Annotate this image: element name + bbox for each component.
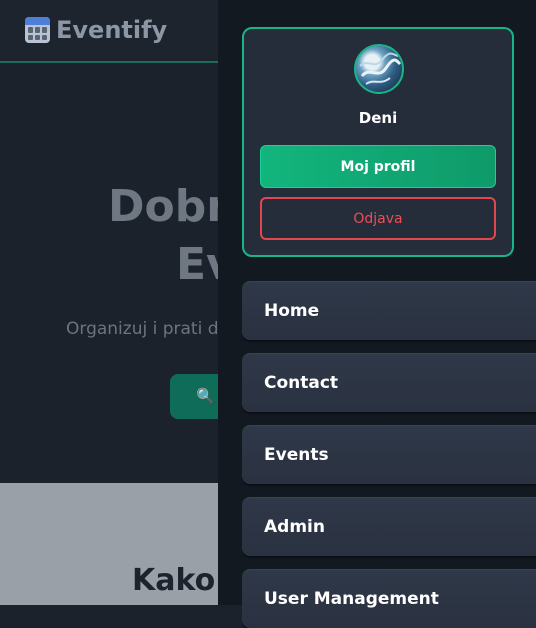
nav-item-admin[interactable]: Admin — [242, 497, 536, 556]
nav-item-contact[interactable]: Contact — [242, 353, 536, 412]
nav-item-home[interactable]: Home — [242, 281, 536, 340]
profile-card: Deni Moj profil Odjava — [242, 27, 514, 257]
logout-button[interactable]: Odjava — [260, 197, 496, 240]
avatar-dragon-image — [359, 52, 402, 85]
brand-logo[interactable]: Eventify — [25, 16, 167, 44]
my-profile-button[interactable]: Moj profil — [260, 145, 496, 188]
nav-item-user-management[interactable]: User Management — [242, 569, 536, 628]
calendar-icon — [25, 17, 50, 43]
hero-title-line-1: Dobr — [108, 181, 228, 232]
avatar[interactable] — [354, 44, 404, 94]
search-icon: 🔍 — [196, 387, 215, 405]
username: Deni — [358, 109, 398, 127]
brand-name: Eventify — [56, 16, 168, 44]
nav-item-events[interactable]: Events — [242, 425, 536, 484]
hero-subtitle: Organizuj i prati d — [66, 319, 219, 339]
side-drawer: Deni Moj profil Odjava Home Contact Even… — [218, 0, 536, 628]
